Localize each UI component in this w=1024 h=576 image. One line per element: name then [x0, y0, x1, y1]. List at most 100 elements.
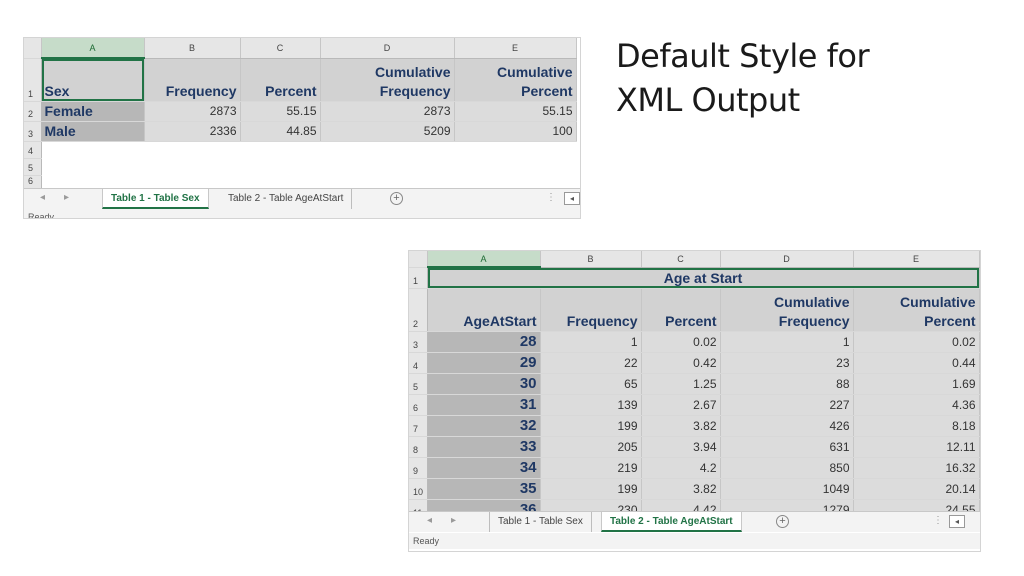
row-header[interactable]: 3 — [24, 121, 42, 142]
empty-cell[interactable] — [454, 141, 577, 159]
cell-header-cumulative-frequency[interactable]: Cumulative Frequency — [720, 288, 854, 332]
cell-label[interactable]: 29 — [427, 352, 541, 374]
empty-cell[interactable] — [144, 158, 241, 176]
empty-cell[interactable] — [144, 175, 241, 189]
row-header[interactable]: 2 — [409, 288, 428, 332]
cell-value[interactable]: 1 — [540, 331, 642, 353]
column-header-d[interactable]: D — [320, 38, 455, 59]
cell-value[interactable]: 3.82 — [641, 478, 721, 500]
row-header[interactable]: 8 — [409, 436, 428, 458]
cell-header-percent[interactable]: Percent — [641, 288, 721, 332]
cell-label[interactable]: 33 — [427, 436, 541, 458]
cell-value[interactable]: 4.2 — [641, 457, 721, 479]
cell-value[interactable]: 5209 — [320, 121, 455, 142]
empty-cell[interactable] — [41, 158, 145, 176]
cell-value[interactable]: 227 — [720, 394, 854, 416]
cell-value[interactable]: 88 — [720, 373, 854, 395]
cell-header-ageatstart[interactable]: AgeAtStart — [427, 288, 541, 332]
empty-cell[interactable] — [41, 175, 145, 189]
cell-value[interactable]: 199 — [540, 415, 642, 437]
cell-label[interactable]: Male — [41, 121, 145, 142]
more-options-icon[interactable]: ⋮ — [546, 192, 556, 203]
row-header[interactable]: 6 — [409, 394, 428, 416]
cell-header-sex[interactable]: Sex — [41, 58, 145, 102]
cell-value[interactable]: 23 — [720, 352, 854, 374]
cell-label[interactable]: 35 — [427, 478, 541, 500]
scroll-left-icon[interactable]: ◂ — [564, 192, 580, 205]
column-header-e[interactable]: E — [454, 38, 577, 59]
cell-value[interactable]: 12.11 — [853, 436, 980, 458]
row-header[interactable]: 2 — [24, 101, 42, 122]
cell-header-frequency[interactable]: Frequency — [144, 58, 241, 102]
cell-value[interactable]: 100 — [454, 121, 577, 142]
cell-value[interactable]: 16.32 — [853, 457, 980, 479]
cell-label[interactable]: 28 — [427, 331, 541, 353]
cell-value[interactable]: 3.94 — [641, 436, 721, 458]
cell-value[interactable]: 55.15 — [240, 101, 321, 122]
cell-label[interactable]: 30 — [427, 373, 541, 395]
add-sheet-icon[interactable]: + — [390, 192, 403, 205]
cell-value[interactable]: 20.14 — [853, 478, 980, 500]
empty-cell[interactable] — [240, 158, 321, 176]
cell-value[interactable]: 0.42 — [641, 352, 721, 374]
row-header[interactable]: 1 — [409, 267, 428, 289]
table-caption-age-at-start[interactable]: Age at Start — [427, 267, 980, 289]
cell-label[interactable]: 34 — [427, 457, 541, 479]
empty-cell[interactable] — [454, 175, 577, 189]
cell-value[interactable]: 205 — [540, 436, 642, 458]
cell-value[interactable]: 2873 — [144, 101, 241, 122]
cell-value[interactable]: 0.44 — [853, 352, 980, 374]
cell-value[interactable]: 8.18 — [853, 415, 980, 437]
sheet-nav-next-icon[interactable]: ▸ — [451, 515, 456, 526]
sheet-nav-prev-icon[interactable]: ◂ — [40, 192, 45, 203]
empty-cell[interactable] — [144, 141, 241, 159]
select-all-corner[interactable] — [409, 251, 428, 268]
cell-header-cumulative-percent[interactable]: Cumulative Percent — [454, 58, 577, 102]
column-header-b[interactable]: B — [540, 251, 642, 268]
row-header[interactable]: 4 — [409, 352, 428, 374]
cell-label[interactable]: 31 — [427, 394, 541, 416]
cell-value[interactable]: 1049 — [720, 478, 854, 500]
column-header-c[interactable]: C — [641, 251, 721, 268]
column-header-c[interactable]: C — [240, 38, 321, 59]
row-header[interactable]: 10 — [409, 478, 428, 500]
cell-value[interactable]: 139 — [540, 394, 642, 416]
sheet-nav-next-icon[interactable]: ▸ — [64, 192, 69, 203]
column-header-a[interactable]: A — [41, 38, 145, 59]
empty-cell[interactable] — [454, 158, 577, 176]
tab-table-sex[interactable]: Table 1 - Table Sex — [102, 189, 209, 209]
empty-cell[interactable] — [41, 141, 145, 159]
empty-cell[interactable] — [320, 175, 455, 189]
cell-value[interactable]: 631 — [720, 436, 854, 458]
row-header[interactable]: 4 — [24, 141, 42, 159]
row-header[interactable]: 5 — [24, 158, 42, 176]
empty-cell[interactable] — [240, 175, 321, 189]
cell-value[interactable]: 2336 — [144, 121, 241, 142]
row-header[interactable]: 5 — [409, 373, 428, 395]
column-header-d[interactable]: D — [720, 251, 854, 268]
cell-header-cumulative-frequency[interactable]: Cumulative Frequency — [320, 58, 455, 102]
cell-header-frequency[interactable]: Frequency — [540, 288, 642, 332]
tab-table-sex[interactable]: Table 1 - Table Sex — [489, 512, 592, 532]
cell-value[interactable]: 199 — [540, 478, 642, 500]
cell-value[interactable]: 1.25 — [641, 373, 721, 395]
column-header-e[interactable]: E — [853, 251, 980, 268]
cell-header-cumulative-percent[interactable]: Cumulative Percent — [853, 288, 980, 332]
row-header[interactable]: 6 — [24, 175, 42, 189]
cell-value[interactable]: 0.02 — [641, 331, 721, 353]
cell-value[interactable]: 1.69 — [853, 373, 980, 395]
column-header-b[interactable]: B — [144, 38, 241, 59]
tab-table-ageatstart[interactable]: Table 2 - Table AgeAtStart — [601, 512, 742, 532]
cell-value[interactable]: 44.85 — [240, 121, 321, 142]
row-header[interactable]: 3 — [409, 331, 428, 353]
cell-header-percent[interactable]: Percent — [240, 58, 321, 102]
row-header[interactable]: 9 — [409, 457, 428, 479]
cell-value[interactable]: 3.82 — [641, 415, 721, 437]
cell-value[interactable]: 0.02 — [853, 331, 980, 353]
cell-value[interactable]: 850 — [720, 457, 854, 479]
add-sheet-icon[interactable]: + — [776, 515, 789, 528]
cell-value[interactable]: 55.15 — [454, 101, 577, 122]
cell-label[interactable]: Female — [41, 101, 145, 122]
cell-value[interactable]: 219 — [540, 457, 642, 479]
row-header[interactable]: 7 — [409, 415, 428, 437]
